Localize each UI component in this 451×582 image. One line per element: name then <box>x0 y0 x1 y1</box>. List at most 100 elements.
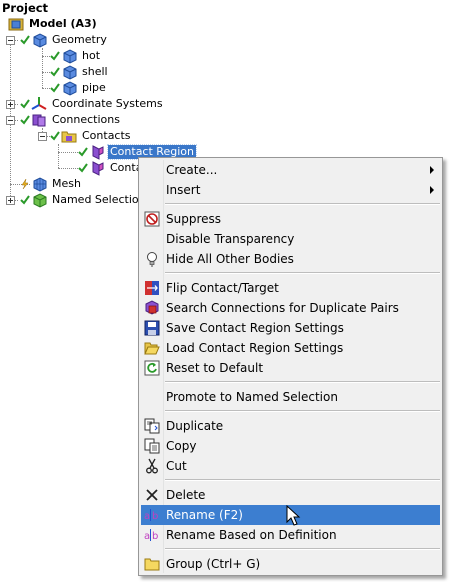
tree-node-model[interactable]: Model (A3) <box>8 16 99 32</box>
menu-item-label: Copy <box>166 439 197 453</box>
svg-text:a: a <box>144 531 150 542</box>
menu-item-label: Disable Transparency <box>166 232 295 246</box>
tree-node-body-pipe[interactable]: pipe <box>50 80 108 96</box>
tree-connector <box>42 48 43 88</box>
tree-node-coordinate-systems[interactable]: Coordinate Systems <box>20 96 165 112</box>
collapse-toggle[interactable] <box>6 36 15 45</box>
tree-node-contacts[interactable]: Contacts <box>50 128 133 144</box>
menu-item-reset-to-default[interactable]: Reset to Default <box>141 358 440 378</box>
menu-item-suppress[interactable]: Suppress <box>141 209 440 229</box>
menu-item-create[interactable]: Create... <box>141 160 440 180</box>
menu-item-delete[interactable]: Delete <box>141 485 440 505</box>
menu-separator <box>165 381 440 383</box>
menu-item-label: Promote to Named Selection <box>166 390 338 404</box>
menu-item-copy[interactable]: Copy <box>141 436 440 456</box>
geometry-icon <box>31 32 47 48</box>
tree-node-label: Model (A3) <box>29 17 97 30</box>
tree-node-body-shell[interactable]: shell <box>50 64 110 80</box>
mesh-icon <box>31 176 47 192</box>
menu-item-promote-to-named-selection[interactable]: Promote to Named Selection <box>141 387 440 407</box>
menu-item-label: Hide All Other Bodies <box>166 252 294 266</box>
contacts-folder-icon <box>61 128 77 144</box>
open-folder-icon <box>144 340 160 356</box>
check-icon <box>50 131 60 141</box>
menu-item-label: Delete <box>166 488 206 502</box>
coordinate-systems-icon <box>31 96 47 112</box>
menu-item-insert[interactable]: Insert <box>141 180 440 200</box>
svg-text:a: a <box>144 511 150 522</box>
svg-text:b: b <box>152 531 158 542</box>
collapse-toggle[interactable] <box>38 132 47 141</box>
tree-node-geometry[interactable]: Geometry <box>20 32 109 48</box>
collapse-toggle[interactable] <box>6 116 15 125</box>
check-icon <box>20 99 30 109</box>
check-icon <box>20 115 30 125</box>
lightbulb-icon <box>144 251 160 267</box>
tree-node-body-hot[interactable]: hot <box>50 48 102 64</box>
check-icon <box>50 51 60 61</box>
menu-item-label: Group (Ctrl+ G) <box>166 557 261 571</box>
menu-item-label: Flip Contact/Target <box>166 281 279 295</box>
tree-connector <box>58 168 78 169</box>
menu-item-load-contact-region-settings[interactable]: Load Contact Region Settings <box>141 338 440 358</box>
menu-item-disable-transparency[interactable]: Disable Transparency <box>141 229 440 249</box>
tree-node-mesh[interactable]: Mesh <box>20 176 83 192</box>
save-icon <box>144 320 160 336</box>
tree-node-label: pipe <box>82 81 106 94</box>
flip-icon <box>144 280 160 296</box>
tree-node-named-selections[interactable]: Named Selections <box>20 192 153 208</box>
menu-item-label: Rename Based on Definition <box>166 528 337 542</box>
named-selections-icon <box>31 192 47 208</box>
menu-item-hide-all-other-bodies[interactable]: Hide All Other Bodies <box>141 249 440 269</box>
tree-node-label: Contacts <box>82 129 131 142</box>
menu-item-label: Reset to Default <box>166 361 264 375</box>
menu-item-cut[interactable]: Cut <box>141 456 440 476</box>
lightning-icon <box>20 178 30 190</box>
menu-item-rename-based-on-definition[interactable]: ab Rename Based on Definition <box>141 525 440 545</box>
body-icon <box>61 80 77 96</box>
tree-node-label: Connections <box>52 113 120 126</box>
menu-separator <box>165 410 440 412</box>
connections-icon <box>31 112 47 128</box>
tree-node-label: Mesh <box>52 177 81 190</box>
tree-title: Project <box>2 1 49 15</box>
check-icon <box>50 67 60 77</box>
check-icon <box>20 35 30 45</box>
reset-icon <box>144 360 160 376</box>
model-icon <box>8 16 24 32</box>
menu-item-label: Create... <box>166 163 218 177</box>
check-icon <box>50 83 60 93</box>
rename-icon: ab <box>144 527 160 543</box>
menu-item-save-contact-region-settings[interactable]: Save Contact Region Settings <box>141 318 440 338</box>
svg-text:b: b <box>152 511 158 522</box>
check-icon <box>78 147 88 157</box>
menu-item-label: Search Connections for Duplicate Pairs <box>166 301 399 315</box>
menu-item-label: Cut <box>166 459 187 473</box>
tree-node-label: shell <box>82 65 108 78</box>
menu-separator <box>165 272 440 274</box>
menu-item-label: Save Contact Region Settings <box>166 321 344 335</box>
menu-item-duplicate[interactable]: Duplicate <box>141 416 440 436</box>
tree-node-label: Geometry <box>52 33 107 46</box>
copy-icon <box>144 438 160 454</box>
search-duplicates-icon <box>144 300 160 316</box>
expand-toggle[interactable] <box>6 100 15 109</box>
menu-item-label: Duplicate <box>166 419 224 433</box>
expand-toggle[interactable] <box>6 196 15 205</box>
contact-region-icon <box>89 144 105 160</box>
rename-icon: ab <box>144 507 160 523</box>
tree-connector <box>58 152 78 153</box>
menu-item-group[interactable]: Group (Ctrl+ G) <box>141 554 440 574</box>
tree-connector <box>58 144 59 168</box>
check-icon <box>20 195 30 205</box>
menu-item-label: Rename (F2) <box>166 508 243 522</box>
delete-x-icon <box>144 487 160 503</box>
contact-region-icon <box>89 160 105 176</box>
menu-item-flip-contact-target[interactable]: Flip Contact/Target <box>141 278 440 298</box>
menu-item-label: Insert <box>166 183 201 197</box>
menu-item-search-duplicate-pairs[interactable]: Search Connections for Duplicate Pairs <box>141 298 440 318</box>
menu-item-label: Load Contact Region Settings <box>166 341 344 355</box>
menu-separator <box>165 203 440 205</box>
check-icon <box>78 163 88 173</box>
tree-node-connections[interactable]: Connections <box>20 112 122 128</box>
